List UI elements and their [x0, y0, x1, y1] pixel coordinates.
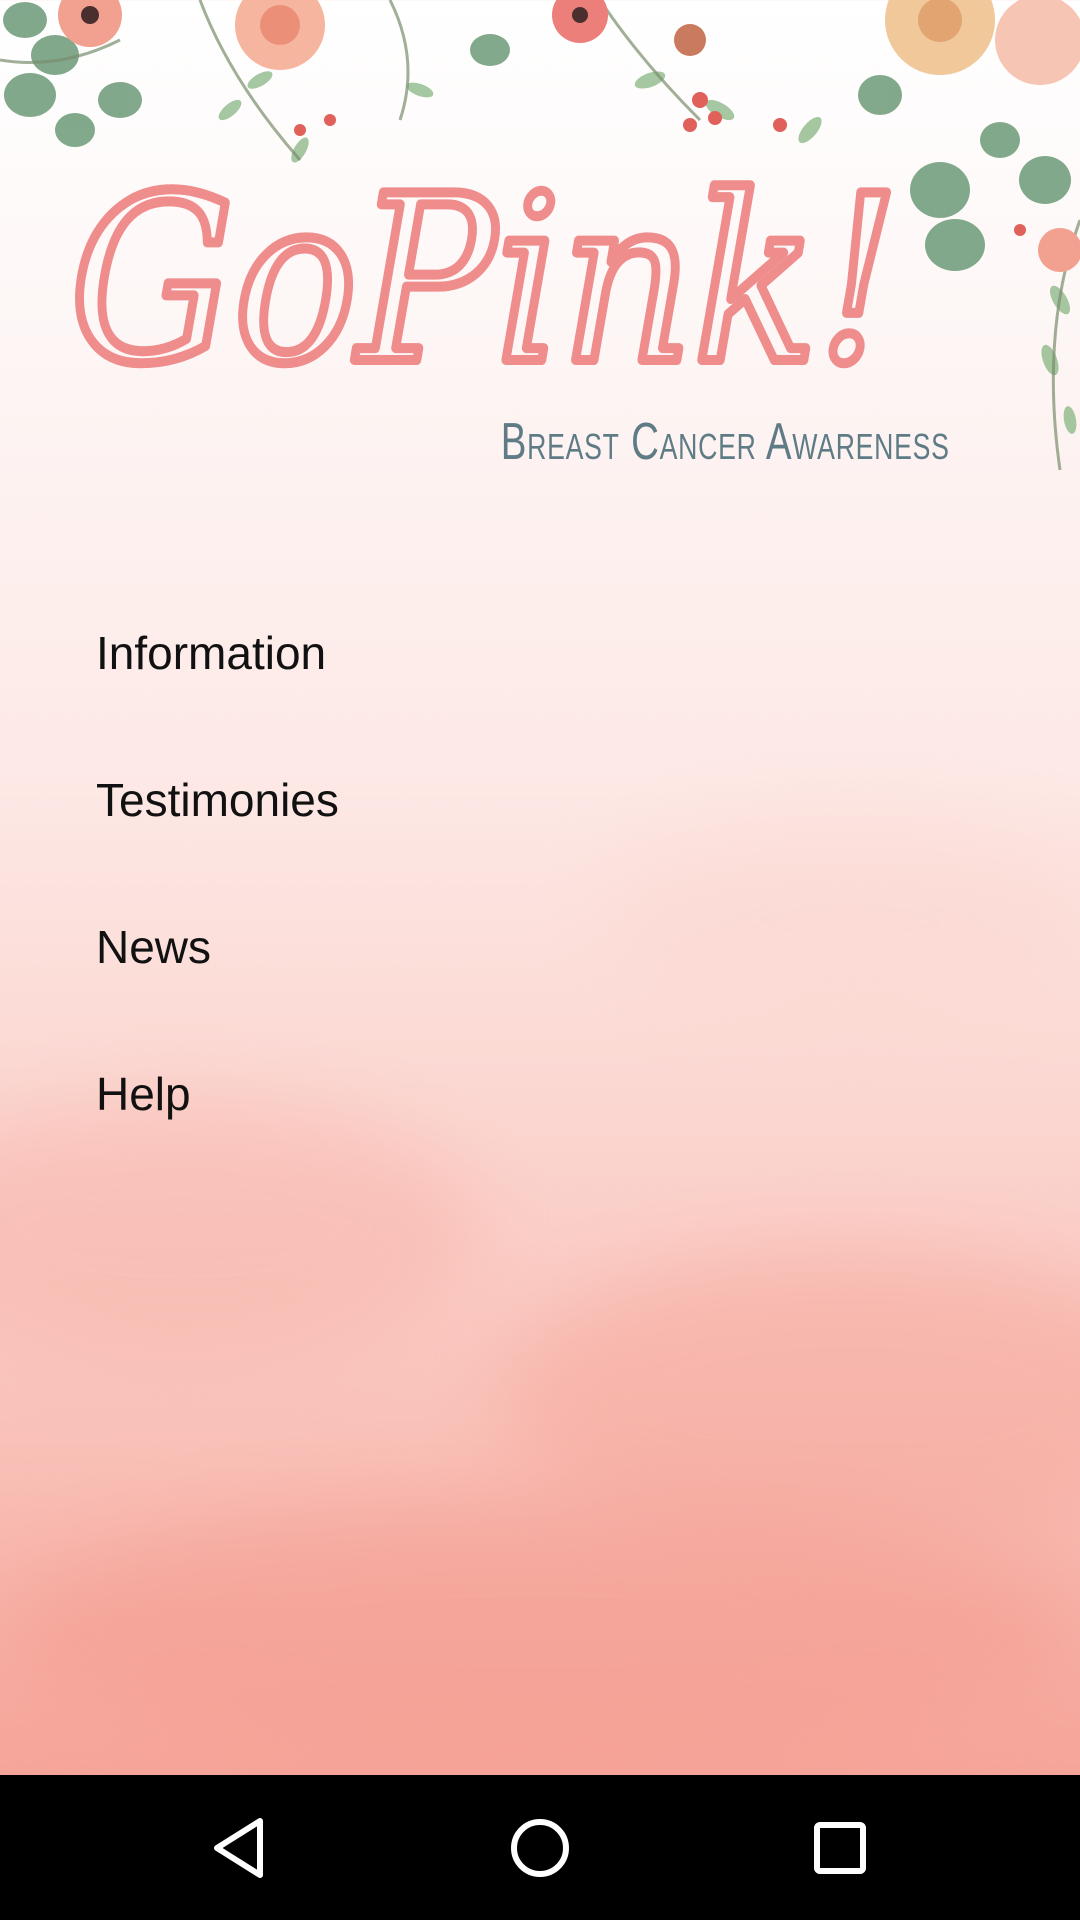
menu-item-testimonies[interactable]: Testimonies: [0, 727, 1080, 874]
watercolor-wash: [0, 1500, 1080, 1760]
menu-item-help[interactable]: Help: [0, 1021, 1080, 1168]
main-menu: Information Testimonies News Help: [0, 580, 1080, 1168]
system-navigation-bar: [0, 1775, 1080, 1920]
back-button[interactable]: [180, 1775, 300, 1920]
app-logo: GoPink! Breast Cancer Awareness: [70, 150, 970, 490]
home-circle-icon: [511, 1818, 569, 1877]
menu-item-news[interactable]: News: [0, 874, 1080, 1021]
recents-square-icon: [814, 1821, 866, 1874]
menu-item-information[interactable]: Information: [0, 580, 1080, 727]
back-triangle-icon: [214, 1817, 263, 1878]
logo-title: GoPink!: [70, 150, 900, 415]
logo-tagline: Breast Cancer Awareness: [501, 413, 950, 471]
recents-button[interactable]: [780, 1775, 900, 1920]
home-button[interactable]: [480, 1775, 600, 1920]
